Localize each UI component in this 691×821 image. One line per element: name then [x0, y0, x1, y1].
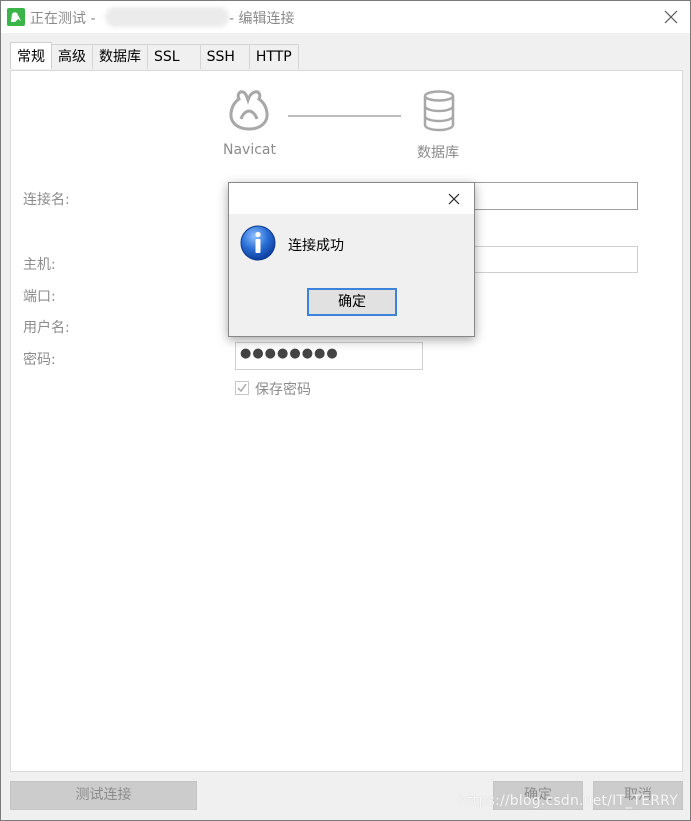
tab-ssh[interactable]: SSH: [199, 44, 250, 69]
password-label: 密码:: [23, 352, 56, 368]
dialog-close-button[interactable]: [441, 187, 467, 211]
password-value: ●●●●●●●●: [240, 346, 339, 361]
window-close-button[interactable]: [656, 1, 686, 33]
dialog-message: 连接成功: [288, 238, 344, 254]
watermark-text: https://blog.csdn.net/IT_TERRY: [458, 793, 678, 809]
navicat-logo-icon: [227, 89, 271, 137]
checkmark-icon: [237, 383, 247, 393]
edit-connection-window: 正在测试 - - 编辑连接 常规 高级 数据库 SSL SSH HTTP Nav…: [0, 0, 691, 821]
navicat-label: Navicat: [223, 142, 276, 158]
navicat-app-icon: [7, 8, 25, 26]
tab-database[interactable]: 数据库: [92, 44, 148, 69]
tab-bar: 常规 高级 数据库 SSL SSH HTTP: [10, 42, 299, 70]
username-label: 用户名:: [23, 320, 70, 336]
password-field[interactable]: ●●●●●●●●: [235, 342, 423, 370]
database-icon: [422, 90, 456, 136]
window-title-suffix: - 编辑连接: [229, 11, 295, 27]
window-title-prefix: 正在测试 -: [30, 11, 96, 27]
tab-ssl[interactable]: SSL: [147, 44, 201, 69]
port-label: 端口:: [23, 289, 56, 305]
close-icon: [664, 10, 678, 24]
database-label: 数据库: [417, 145, 459, 161]
info-icon: [239, 224, 277, 266]
tab-general[interactable]: 常规: [10, 42, 52, 69]
host-label: 主机:: [23, 257, 56, 273]
dialog-ok-button[interactable]: 确定: [307, 288, 397, 316]
general-tab-panel: [10, 70, 683, 772]
title-bar: 正在测试 - - 编辑连接: [1, 1, 690, 33]
save-password-label: 保存密码: [255, 382, 311, 398]
test-connection-button[interactable]: 测试连接: [10, 781, 197, 810]
tab-advanced[interactable]: 高级: [51, 44, 93, 69]
connection-success-dialog: 连接成功 确定: [228, 182, 475, 337]
save-password-checkbox[interactable]: [235, 381, 249, 395]
connection-name-label: 连接名:: [23, 192, 70, 208]
close-icon: [448, 193, 460, 205]
dialog-title-bar: [229, 183, 474, 214]
tab-http[interactable]: HTTP: [248, 44, 299, 69]
connection-line: [288, 115, 401, 117]
redacted-connection-name: [105, 7, 229, 27]
